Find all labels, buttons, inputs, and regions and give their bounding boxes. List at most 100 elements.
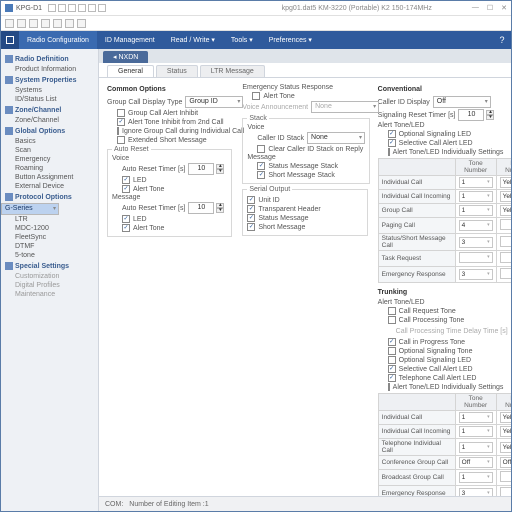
sb-scan[interactable]: Scan <box>1 146 98 155</box>
chk-arm-tone[interactable] <box>122 224 130 232</box>
sb-emergency[interactable]: Emergency <box>1 155 98 164</box>
sb-zone[interactable]: Zone/Channel <box>1 116 98 125</box>
subtab-general[interactable]: General <box>107 65 154 77</box>
sb-ltr[interactable]: LTR <box>1 215 98 224</box>
chk-ignore-gc[interactable] <box>117 127 119 135</box>
voice-ann-select[interactable]: None <box>311 101 379 113</box>
status-editing: Number of Editing Item :1 <box>129 501 208 508</box>
ar-timer-spin[interactable]: ▴▾ <box>216 164 224 174</box>
chk-t9[interactable] <box>388 383 390 391</box>
sb-5tone[interactable]: 5-tone <box>1 251 98 260</box>
table-row: Individual Call Incoming1Yellow <box>378 190 511 204</box>
table-row: Emergency Response3 <box>378 486 511 497</box>
subtab-ltr[interactable]: LTR Message <box>200 65 265 77</box>
auto-reset-group: Auto Reset Voice Auto Reset Timer [s]10▴… <box>107 146 232 237</box>
chk-t1[interactable] <box>388 307 396 315</box>
chk-so-header[interactable] <box>247 205 255 213</box>
chk-gc-alert-inhibit[interactable] <box>117 109 125 117</box>
sb-systems[interactable]: Systems <box>1 86 98 95</box>
conv-table: Tone NumberLED Number Individual Call1Ye… <box>378 158 511 283</box>
ar-msg-timer-spin[interactable]: ▴▾ <box>216 203 224 213</box>
sb-mdc[interactable]: MDC-1200 <box>1 224 98 233</box>
conv-cid-select[interactable]: Off <box>433 96 491 108</box>
ar-timer-input[interactable]: 10 <box>188 163 214 175</box>
sb-basics[interactable]: Basics <box>1 137 98 146</box>
chk-so-status[interactable] <box>247 214 255 222</box>
cid-stack-select[interactable]: None <box>307 132 365 144</box>
help-icon[interactable]: ? <box>493 31 511 49</box>
sb-product-info[interactable]: Product Information <box>1 65 98 74</box>
table-row: Broadcast Group Call1 <box>378 470 511 486</box>
disp-type-select[interactable]: Group ID <box>185 96 243 108</box>
chk-t4[interactable] <box>388 338 396 346</box>
col-left: Common Options Group Call Display TypeGr… <box>107 84 232 490</box>
chk-ext-short-msg[interactable] <box>117 136 125 144</box>
chk-so-short[interactable] <box>247 223 255 231</box>
sb-dtmf[interactable]: DTMF <box>1 242 98 251</box>
ribbon: Radio Configuration ID Management Read /… <box>1 31 511 49</box>
chk-t2[interactable] <box>388 316 396 324</box>
table-row: Status/Short Message Call3 <box>378 234 511 251</box>
chk-conv-a3[interactable] <box>388 148 390 156</box>
ribbon-menu[interactable] <box>1 31 19 49</box>
table-row: Telephone Individual Call1Yellow <box>378 439 511 456</box>
chk-conv-a2[interactable] <box>388 139 396 147</box>
sidebar: Radio Definition Product Information Sys… <box>1 49 99 511</box>
sb-ext-device[interactable]: External Device <box>1 182 98 191</box>
ribbon-tab-prefs[interactable]: Preferences ▾ <box>261 31 320 49</box>
chk-t6[interactable] <box>388 356 396 364</box>
ribbon-tab-id-mgmt[interactable]: ID Management <box>97 31 163 49</box>
sb-digital-profiles[interactable]: Digital Profiles <box>1 281 98 290</box>
chk-so-unitid[interactable] <box>247 196 255 204</box>
quick-icons[interactable] <box>48 4 106 12</box>
sig-timer-spin[interactable]: ▴▾ <box>486 110 494 120</box>
ribbon-tab-tools[interactable]: Tools ▾ <box>223 31 261 49</box>
chk-conv-a1[interactable] <box>388 130 396 138</box>
sb-cat-proto[interactable]: Protocol Options <box>1 191 98 203</box>
window-controls[interactable]: —☐✕ <box>472 4 507 12</box>
sb-fleetsync[interactable]: FleetSync <box>1 233 98 242</box>
chk-ar-led[interactable] <box>122 176 130 184</box>
conv-heading: Conventional <box>378 86 503 93</box>
ar-msg-timer-input[interactable]: 10 <box>188 202 214 214</box>
chk-clear-cid[interactable] <box>257 145 265 153</box>
table-row: Conference Group CallOffOff <box>378 456 511 470</box>
sb-gseries[interactable]: G-Series <box>1 203 59 215</box>
toolbar[interactable] <box>1 16 511 31</box>
sb-button-assign[interactable]: Button Assignment <box>1 173 98 182</box>
maximize-icon: ☐ <box>487 4 493 12</box>
sb-cat-zone[interactable]: Zone/Channel <box>1 104 98 116</box>
col-right: Conventional Caller ID DisplayOff Signal… <box>378 84 503 490</box>
trunk-table: Tone NumberLED Number Individual Call1Ye… <box>378 393 511 496</box>
stack-group: Stack Voice Caller ID StackNone Clear Ca… <box>242 115 370 184</box>
tab-nxdn[interactable]: ◂ NXDN <box>103 51 148 63</box>
sb-customize[interactable]: Customization <box>1 272 98 281</box>
sb-cat-sys-props[interactable]: System Properties <box>1 74 98 86</box>
chk-short-stack[interactable] <box>257 171 265 179</box>
table-row: Individual Call1Yellow <box>378 411 511 425</box>
sig-timer-input[interactable]: 10 <box>458 109 484 121</box>
status-com: COM: <box>105 501 123 508</box>
table-row: Group Call1Yellow <box>378 204 511 218</box>
sb-id-status[interactable]: ID/Status List <box>1 95 98 104</box>
table-row: Paging Call4 <box>378 218 511 234</box>
emerg-heading: Emergency Status Response <box>242 84 367 91</box>
chk-t7[interactable] <box>388 365 396 373</box>
ribbon-tab-read-write[interactable]: Read / Write ▾ <box>163 31 223 49</box>
main-area: ◂ NXDN General Status LTR Message Common… <box>99 49 511 511</box>
chk-arm-led[interactable] <box>122 215 130 223</box>
sb-roaming[interactable]: Roaming <box>1 164 98 173</box>
chk-ar-tone[interactable] <box>122 185 130 193</box>
sb-cat-global[interactable]: Global Options <box>1 125 98 137</box>
sb-cat-special[interactable]: Special Settings <box>1 260 98 272</box>
chk-emerg-alert[interactable] <box>252 92 260 100</box>
chk-t5[interactable] <box>388 347 396 355</box>
chk-t8[interactable] <box>388 374 396 382</box>
subtab-status[interactable]: Status <box>156 65 198 77</box>
subtabs: General Status LTR Message <box>99 63 511 78</box>
chk-alert-tone-inhibit[interactable] <box>117 118 125 126</box>
ribbon-tab-radio-config[interactable]: Radio Configuration <box>19 31 97 49</box>
chk-status-stack[interactable] <box>257 162 265 170</box>
sb-cat-radio-def[interactable]: Radio Definition <box>1 53 98 65</box>
sb-maintenance[interactable]: Maintenance <box>1 290 98 299</box>
